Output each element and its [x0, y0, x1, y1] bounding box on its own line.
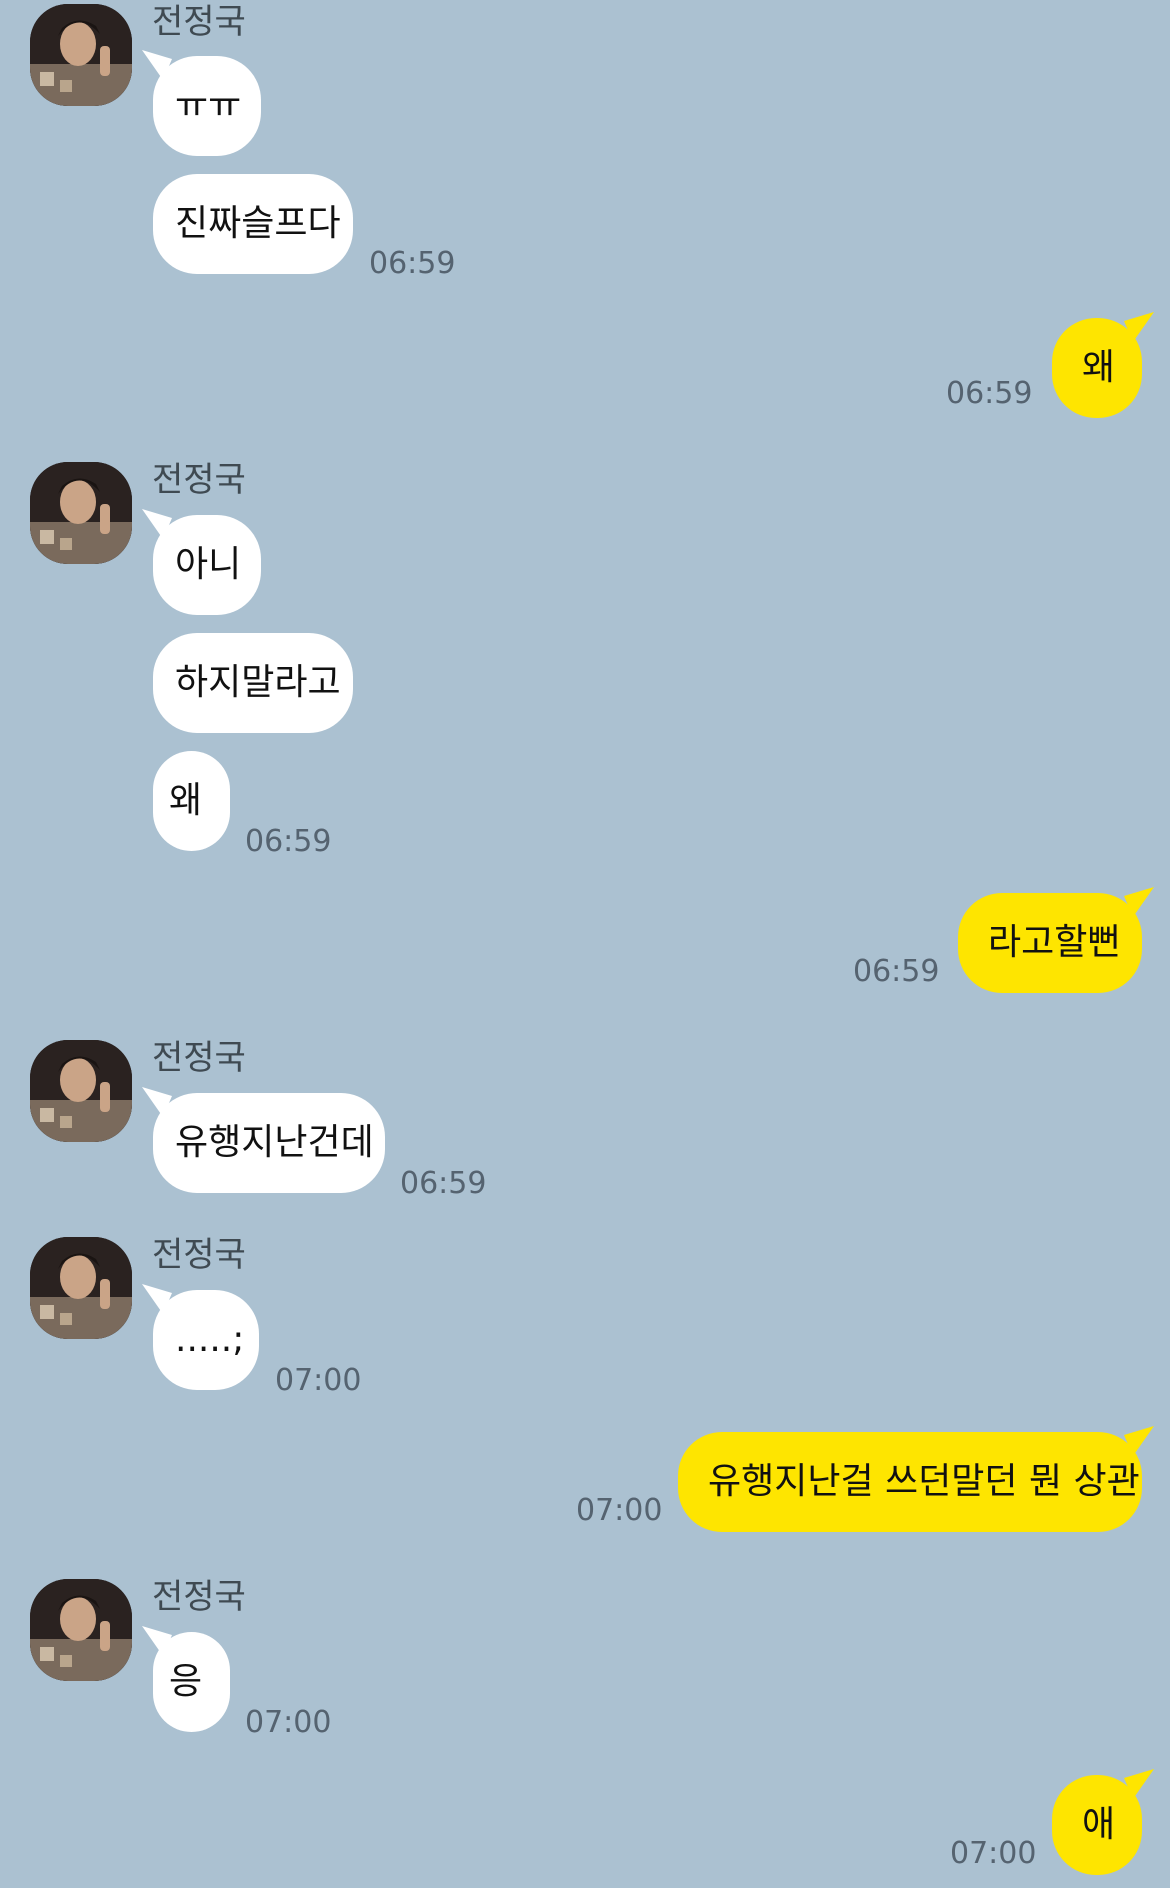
message-time: 06:59	[369, 246, 456, 281]
message-bubble[interactable]: ㅠㅠ	[153, 56, 261, 156]
message-bubble[interactable]: 유행지난건데	[153, 1093, 385, 1193]
message-bubble[interactable]: 유행지난걸 쓰던말던 뭔 상관	[678, 1432, 1142, 1532]
message-time: 06:59	[400, 1166, 487, 1201]
message-bubble[interactable]: 라고할뻔	[958, 893, 1142, 993]
sender-name: 전정국	[152, 1038, 246, 1078]
message-bubble[interactable]: 아니	[153, 515, 261, 615]
message-time: 06:59	[946, 376, 1033, 411]
avatar[interactable]	[30, 1237, 132, 1339]
message-time: 07:00	[245, 1705, 332, 1740]
message-time: 07:00	[275, 1363, 362, 1398]
message-bubble[interactable]: 하지말라고	[153, 633, 353, 733]
message-bubble[interactable]: 진짜슬프다	[153, 174, 353, 274]
message-time: 07:00	[576, 1493, 663, 1528]
sender-name: 전정국	[152, 1577, 246, 1617]
chat-room[interactable]: 전정국 ㅠㅠ 진짜슬프다 06:59 왜 06:59 전정국 아니 하지말라고 …	[0, 0, 1170, 1888]
message-bubble[interactable]: 응	[153, 1632, 230, 1732]
avatar[interactable]	[30, 1579, 132, 1681]
avatar[interactable]	[30, 4, 132, 106]
sender-name: 전정국	[152, 2, 246, 42]
avatar[interactable]	[30, 1040, 132, 1142]
message-time: 06:59	[853, 954, 940, 989]
message-bubble[interactable]: 왜	[1052, 318, 1142, 418]
message-bubble[interactable]: 왜	[153, 751, 230, 851]
message-time: 07:00	[950, 1836, 1037, 1871]
sender-name: 전정국	[152, 460, 246, 500]
sender-name: 전정국	[152, 1235, 246, 1275]
message-bubble[interactable]: .....;	[153, 1290, 259, 1390]
message-time: 06:59	[245, 824, 332, 859]
message-bubble[interactable]: 애	[1052, 1775, 1142, 1875]
avatar[interactable]	[30, 462, 132, 564]
